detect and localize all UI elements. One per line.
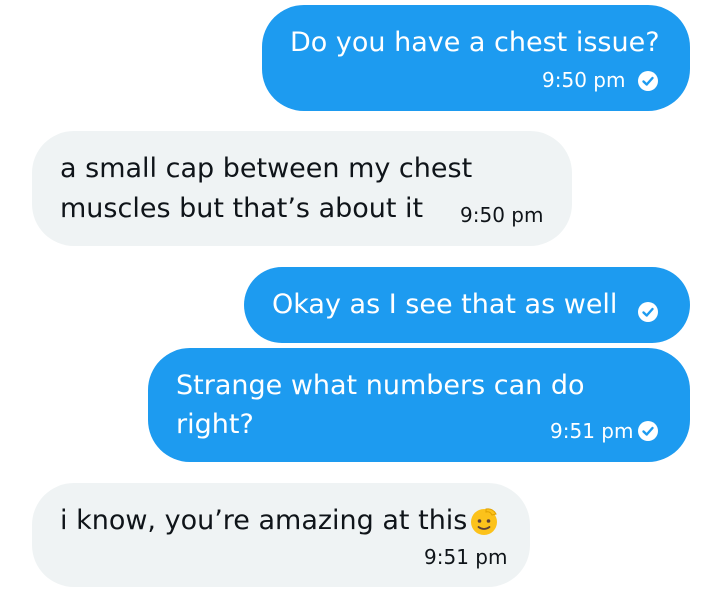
- check-circle-icon: [638, 421, 658, 441]
- message-text: i know, you’re amazing at this: [60, 501, 499, 541]
- check-circle-icon: [638, 71, 658, 91]
- message-bubble-received[interactable]: a small cap between my chest muscles but…: [32, 131, 572, 246]
- salute-face-emoji: [471, 508, 498, 535]
- message-bubble-sent[interactable]: Strange what numbers can do right? 9:51 …: [148, 348, 690, 462]
- message-bubble-received[interactable]: i know, you’re amazing at this 9:51 pm: [32, 483, 530, 587]
- message-timestamp: 9:51 pm: [424, 545, 508, 569]
- message-text: a small cap between my chest: [60, 153, 473, 184]
- message-timestamp: 9:50 pm: [542, 68, 626, 92]
- check-circle-icon: [638, 302, 658, 322]
- message-text-content: i know, you’re amazing at this: [60, 505, 468, 536]
- message-text: muscles but that’s about it: [60, 193, 424, 224]
- message-text: right?: [176, 409, 254, 440]
- message-bubble-sent[interactable]: Okay as I see that as well: [244, 267, 690, 343]
- message-timestamp: 9:50 pm: [460, 203, 544, 227]
- message-text: Strange what numbers can do: [176, 370, 585, 401]
- message-timestamp: 9:51 pm: [550, 419, 634, 443]
- message-bubble-sent[interactable]: Do you have a chest issue? 9:50 pm: [262, 5, 690, 111]
- message-text: Do you have a chest issue?: [290, 27, 660, 58]
- message-text: Okay as I see that as well: [272, 289, 618, 320]
